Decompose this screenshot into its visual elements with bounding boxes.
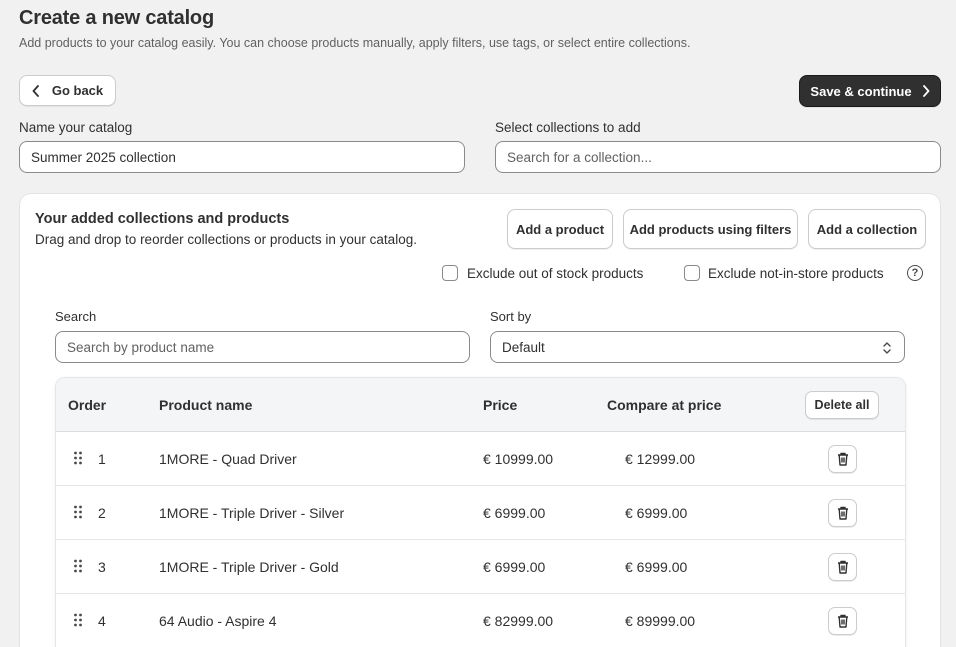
header-product-name: Product name (159, 397, 253, 413)
table-row[interactable]: 3 1MORE - Triple Driver - Gold € 6999.00… (56, 540, 905, 594)
products-table: Order Product name Price Compare at pric… (55, 377, 906, 647)
sort-label: Sort by (490, 309, 532, 324)
drag-handle-icon[interactable] (73, 559, 83, 573)
save-continue-label: Save & continue (810, 83, 912, 99)
table-row[interactable]: 1 1MORE - Quad Driver € 10999.00 € 12999… (56, 432, 905, 486)
exclude-out-of-stock-checkbox[interactable] (442, 265, 458, 281)
exclude-not-in-store-label: Exclude not-in-store products (708, 266, 884, 281)
trash-icon (837, 560, 848, 574)
row-product-name: 64 Audio - Aspire 4 (159, 613, 277, 629)
row-compare-price: € 89999.00 (625, 613, 696, 629)
sort-select[interactable]: Default (490, 331, 905, 363)
delete-row-button[interactable] (828, 607, 857, 635)
trash-icon (837, 614, 848, 628)
row-product-name: 1MORE - Triple Driver - Gold (159, 559, 339, 575)
table-row[interactable]: 4 64 Audio - Aspire 4 € 82999.00 € 89999… (56, 594, 905, 647)
table-row[interactable]: 2 1MORE - Triple Driver - Silver € 6999.… (56, 486, 905, 540)
row-compare-price: € 6999.00 (625, 559, 688, 575)
catalog-name-label: Name your catalog (19, 120, 133, 135)
delete-row-button[interactable] (828, 445, 857, 473)
go-back-label: Go back (51, 83, 104, 98)
row-price: € 82999.00 (483, 613, 554, 629)
delete-all-button[interactable]: Delete all (805, 391, 879, 419)
row-price: € 6999.00 (483, 559, 546, 575)
row-price: € 6999.00 (483, 505, 546, 521)
select-arrows-icon (883, 342, 891, 354)
trash-icon (837, 506, 848, 520)
catalog-name-input[interactable]: Summer 2025 collection (19, 141, 465, 173)
collections-label: Select collections to add (495, 120, 641, 135)
chevron-left-icon (32, 84, 39, 97)
go-back-button[interactable]: Go back (19, 75, 116, 106)
add-collection-button[interactable]: Add a collection (808, 209, 926, 249)
question-circle-icon[interactable]: ? (907, 265, 923, 281)
row-price: € 10999.00 (483, 451, 554, 467)
header-compare-price: Compare at price (607, 397, 722, 413)
header-order: Order (68, 397, 107, 413)
drag-handle-icon[interactable] (73, 505, 83, 519)
page-subtitle: Add products to your catalog easily. You… (19, 36, 691, 50)
save-continue-button[interactable]: Save & continue (799, 75, 941, 107)
page-title: Create a new catalog (19, 7, 214, 29)
table-header: Order Product name Price Compare at pric… (56, 378, 905, 432)
row-order: 3 (98, 559, 106, 575)
card-title: Your added collections and products (35, 211, 290, 227)
row-compare-price: € 12999.00 (625, 451, 696, 467)
sort-select-value: Default (502, 339, 545, 355)
header-price: Price (483, 397, 518, 413)
row-order: 2 (98, 505, 106, 521)
add-product-button[interactable]: Add a product (507, 209, 613, 249)
exclude-not-in-store-checkbox[interactable] (684, 265, 700, 281)
chevron-right-icon (922, 85, 929, 97)
delete-row-button[interactable] (828, 553, 857, 581)
row-product-name: 1MORE - Quad Driver (159, 451, 297, 467)
row-product-name: 1MORE - Triple Driver - Silver (159, 505, 345, 521)
card-subtitle: Drag and drop to reorder collections or … (35, 232, 417, 247)
row-order: 4 (98, 613, 106, 629)
row-compare-price: € 6999.00 (625, 505, 688, 521)
exclude-out-of-stock-label: Exclude out of stock products (467, 266, 644, 281)
drag-handle-icon[interactable] (73, 451, 83, 465)
add-filters-button[interactable]: Add products using filters (623, 209, 798, 249)
trash-icon (837, 452, 848, 466)
collection-search-input[interactable]: Search for a collection... (495, 141, 941, 173)
row-order: 1 (98, 451, 106, 467)
product-search-input[interactable]: Search by product name (55, 331, 470, 363)
search-label: Search (55, 309, 97, 324)
delete-row-button[interactable] (828, 499, 857, 527)
drag-handle-icon[interactable] (73, 613, 83, 627)
